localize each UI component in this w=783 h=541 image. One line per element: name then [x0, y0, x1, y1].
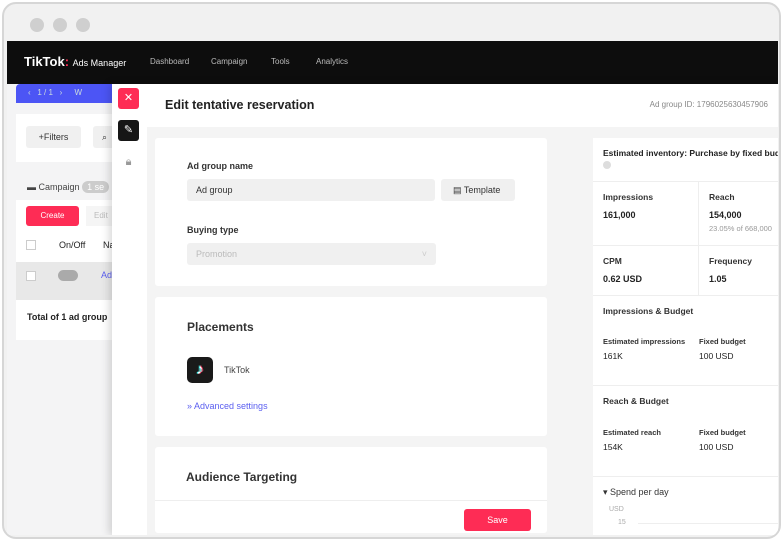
chevron-down-icon: ˅	[421, 249, 427, 259]
filter-card: +Filters ⌕	[16, 114, 116, 162]
frequency-label: Frequency	[709, 256, 752, 266]
pager-bar: ‹ 1 / 1 › W	[16, 84, 126, 103]
window-dot	[30, 18, 44, 32]
reach-label: Reach	[709, 192, 735, 202]
total-count: Total of 1 ad group	[27, 312, 108, 322]
spend-label: Spend per day	[610, 487, 669, 497]
inventory-title-text: Estimated inventory: Purchase by fixed b…	[603, 148, 778, 158]
est-impressions-value: 161K	[603, 351, 623, 361]
impressions-stat: Impressions 161,000	[593, 182, 699, 246]
impressions-label: Impressions	[603, 192, 654, 202]
fixed-budget-label: Fixed budget	[699, 337, 746, 346]
ad-group-name-input[interactable]: Ad group	[187, 179, 435, 201]
drawer-title: Edit tentative reservation	[165, 98, 315, 112]
save-button[interactable]: Save	[464, 509, 531, 531]
est-reach-label: Estimated reach	[603, 428, 661, 437]
status-toggle[interactable]	[58, 270, 78, 281]
ad-group-id: Ad group ID: 1796025630457906	[649, 100, 768, 109]
reach-sub: 23.05% of 668,000	[709, 224, 772, 233]
fixed-budget-label: Fixed budget	[699, 428, 746, 437]
unit-label: USD	[609, 506, 624, 513]
frequency-stat: Frequency 1.05	[699, 246, 778, 296]
lock-icon[interactable]: 🔒︎	[118, 152, 139, 173]
placements-title: Placements	[187, 320, 254, 334]
cpm-value: 0.62 USD	[603, 274, 643, 284]
cpm-stat: CPM 0.62 USD	[593, 246, 699, 296]
impressions-budget-section: Impressions & Budget Estimated impressio…	[593, 296, 778, 386]
campaign-label: ▬ Campaign 1 se	[27, 181, 110, 193]
nav-campaign[interactable]: Campaign	[211, 57, 247, 66]
y-tick: 15	[618, 519, 626, 526]
buying-type-value: Promotion	[196, 249, 238, 259]
app: TikTok: Ads Manager Dashboard Campaign T…	[7, 41, 778, 535]
edit-drawer: ✕ ✎ 🔒︎ Edit tentative reservation Ad gro…	[112, 84, 778, 535]
create-button[interactable]: Create	[26, 206, 79, 226]
est-reach-value: 154K	[603, 442, 623, 452]
help-icon[interactable]	[603, 161, 611, 170]
ad-group-table: Create Edit On/Off Na Ad Total of 1 ad g…	[16, 200, 116, 340]
cpm-label: CPM	[603, 256, 622, 266]
table-row[interactable]: Ad	[16, 262, 116, 300]
nav-analytics[interactable]: Analytics	[316, 57, 348, 66]
est-impressions-label: Estimated impressions	[603, 337, 686, 346]
advanced-label: Advanced settings	[194, 401, 268, 411]
window-frame: TikTok: Ads Manager Dashboard Campaign T…	[2, 2, 781, 539]
fixed-budget-value: 100 USD	[699, 442, 734, 452]
reach-budget-section: Reach & Budget Estimated reach 154K Fixed…	[593, 386, 778, 477]
advanced-settings-link[interactable]: » Advanced settings	[187, 401, 268, 411]
template-label: Template	[463, 185, 501, 195]
logo-sub: Ads Manager	[72, 58, 127, 68]
edit-pen-icon[interactable]: ✎	[118, 120, 139, 141]
row-name-link[interactable]: Ad	[101, 270, 112, 280]
buying-type-select[interactable]: Promotion ˅	[187, 243, 436, 265]
rb-title: Reach & Budget	[603, 396, 669, 406]
top-nav: TikTok: Ads Manager Dashboard Campaign T…	[7, 41, 778, 84]
fixed-budget-value: 100 USD	[699, 351, 734, 361]
close-icon[interactable]: ✕	[118, 88, 139, 109]
inventory-panel: Estimated inventory: Purchase by fixed b…	[593, 138, 778, 535]
inventory-title: Estimated inventory: Purchase by fixed b…	[593, 138, 778, 182]
window-dot	[53, 18, 67, 32]
ib-title: Impressions & Budget	[603, 306, 694, 316]
filters-button[interactable]: +Filters	[26, 126, 81, 148]
drawer-content: Ad group name Ad group ▤ Template Buying…	[147, 127, 778, 535]
impressions-value: 161,000	[603, 210, 636, 220]
row-checkbox[interactable]	[26, 271, 36, 281]
nav-tools[interactable]: Tools	[271, 57, 290, 66]
basic-info-card: Ad group name Ad group ▤ Template Buying…	[155, 138, 547, 286]
logo-text: TikTok	[24, 54, 65, 69]
tiktok-app-icon: ♪	[187, 357, 213, 383]
window-dot	[76, 18, 90, 32]
template-button[interactable]: ▤ Template	[441, 179, 515, 201]
pager-extra: W	[74, 88, 83, 97]
reach-stat: Reach 154,000 23.05% of 668,000	[699, 182, 778, 246]
nav-dashboard[interactable]: Dashboard	[150, 57, 189, 66]
audience-title: Audience Targeting	[186, 470, 298, 484]
buying-type-label: Buying type	[187, 225, 239, 235]
spend-per-day-toggle[interactable]: ▾ Spend per day	[603, 487, 669, 498]
logo[interactable]: TikTok: Ads Manager	[24, 54, 126, 69]
ad-group-name-label: Ad group name	[187, 161, 254, 171]
audience-card: Audience Targeting Save	[155, 447, 547, 533]
select-all-checkbox[interactable]	[26, 240, 36, 250]
pager[interactable]: ‹ 1 / 1 ›	[28, 88, 62, 97]
placements-card: Placements ♪ TikTok » Advanced settings	[155, 297, 547, 436]
frequency-value: 1.05	[709, 274, 727, 284]
gridline	[638, 523, 778, 524]
reach-value: 154,000	[709, 210, 742, 220]
selection-badge: 1 se	[82, 181, 110, 193]
divider	[155, 500, 547, 501]
placement-tiktok: TikTok	[224, 365, 250, 375]
campaign-text: Campaign	[38, 182, 80, 192]
col-onoff: On/Off	[59, 240, 86, 250]
